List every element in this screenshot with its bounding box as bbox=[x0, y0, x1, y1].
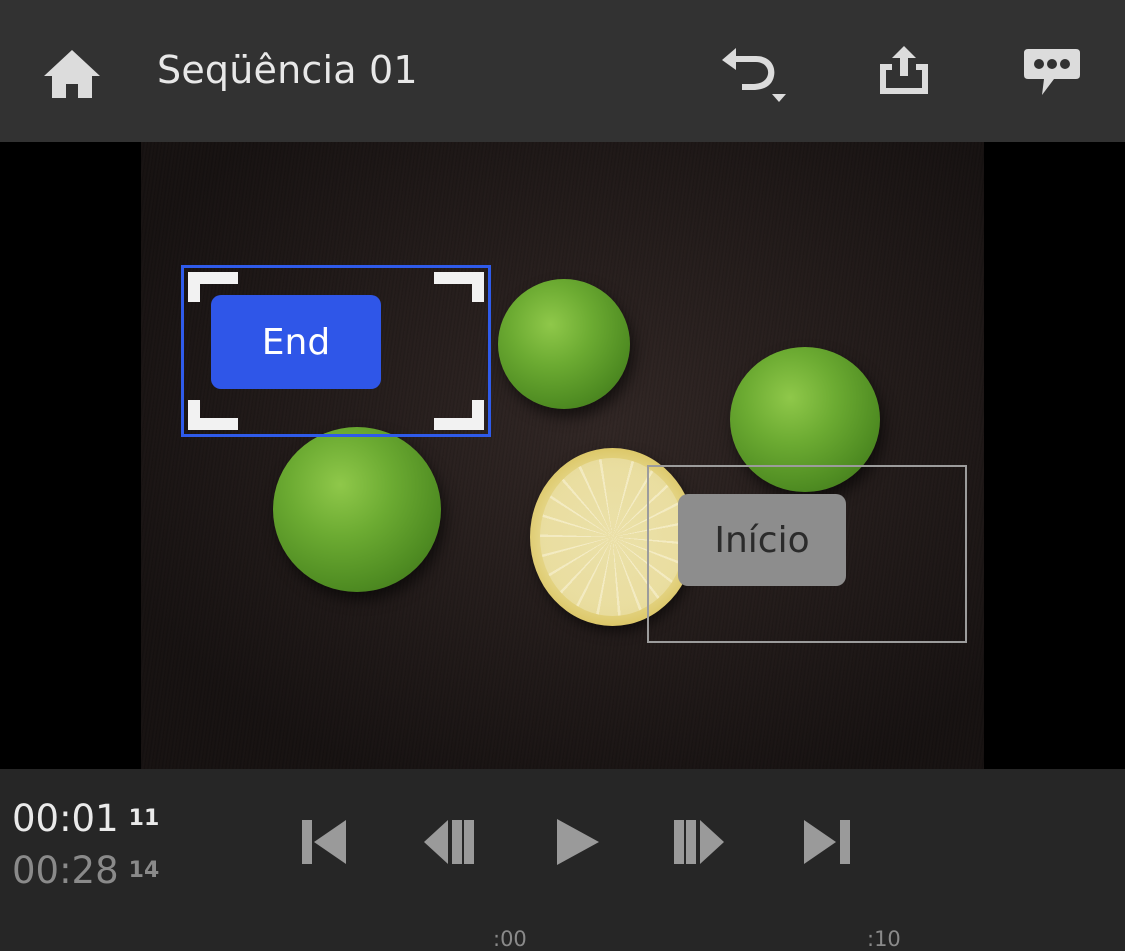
video-viewer[interactable] bbox=[0, 142, 1125, 769]
total-frames: 14 bbox=[128, 858, 160, 883]
timeline-ruler-label: :00 bbox=[493, 927, 527, 951]
comments-button[interactable] bbox=[1016, 40, 1088, 104]
undo-button[interactable] bbox=[712, 40, 794, 110]
header-bar: Seqüência 01 bbox=[0, 0, 1125, 142]
resize-handle[interactable] bbox=[434, 272, 484, 302]
home-icon bbox=[44, 50, 100, 98]
current-timecode: 00:01 11 bbox=[12, 797, 159, 840]
end-title-label[interactable]: End bbox=[211, 295, 381, 389]
resize-handle[interactable] bbox=[434, 400, 484, 430]
step-back-button[interactable] bbox=[418, 814, 478, 870]
share-icon bbox=[880, 46, 928, 94]
lime-image bbox=[498, 279, 630, 409]
lime-image bbox=[273, 427, 441, 592]
comments-icon bbox=[1024, 49, 1080, 95]
home-button[interactable] bbox=[36, 42, 108, 106]
current-time: 00:01 bbox=[12, 797, 119, 840]
step-forward-button[interactable] bbox=[670, 814, 730, 870]
total-timecode: 00:28 14 bbox=[12, 849, 159, 892]
timeline-ruler-label: :10 bbox=[867, 927, 901, 951]
inicio-title-label[interactable]: Início bbox=[678, 494, 846, 586]
current-frames: 11 bbox=[128, 806, 160, 831]
sequence-title: Seqüência 01 bbox=[157, 48, 418, 92]
step-forward-icon bbox=[674, 820, 724, 864]
inicio-title-box[interactable]: Início bbox=[647, 465, 967, 643]
total-time: 00:28 bbox=[12, 849, 119, 892]
play-icon bbox=[557, 819, 599, 865]
undo-icon bbox=[722, 48, 786, 102]
go-to-end-icon bbox=[804, 820, 850, 864]
share-button[interactable] bbox=[868, 40, 940, 102]
go-to-start-icon bbox=[302, 820, 346, 864]
playback-controls: 00:01 11 00:28 14 :00 :10 bbox=[0, 769, 1125, 951]
go-to-start-button[interactable] bbox=[294, 814, 354, 870]
step-back-icon bbox=[424, 820, 474, 864]
go-to-end-button[interactable] bbox=[798, 814, 858, 870]
end-title-selection[interactable]: End bbox=[181, 265, 491, 437]
play-button[interactable] bbox=[546, 814, 606, 870]
video-frame bbox=[141, 142, 984, 769]
resize-handle[interactable] bbox=[188, 400, 238, 430]
